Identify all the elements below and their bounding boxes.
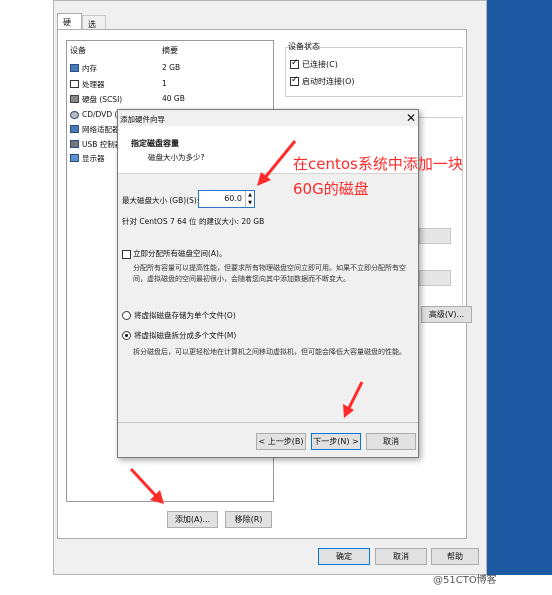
watermark: @51CTO博客 xyxy=(433,575,497,586)
close-icon[interactable]: ✕ xyxy=(406,111,416,125)
device-row-network[interactable]: 网络适配器 xyxy=(68,124,120,135)
device-row-cpu[interactable]: 处理器 1 xyxy=(68,79,268,90)
arrow-to-size-input xyxy=(257,140,297,186)
connect-on-start-checkbox[interactable] xyxy=(290,75,299,86)
help-button[interactable]: 帮助 xyxy=(431,548,479,565)
wizard-button-separator xyxy=(118,422,418,423)
device-column-header[interactable]: 设备 xyxy=(70,45,86,56)
next-button[interactable]: 下一步(N) > xyxy=(311,433,361,450)
add-button[interactable]: 添加(A)... xyxy=(167,511,218,528)
wizard-header-title: 指定磁盘容量 xyxy=(131,139,179,148)
allocate-all-description: 分配所有容量可以提高性能，但要求所有物理磁盘空间立即可用。如果不立即分配所有空间… xyxy=(133,264,406,283)
hard-disk-icon xyxy=(70,95,79,103)
back-button[interactable]: < 上一步(B) xyxy=(256,433,306,450)
tab-options[interactable]: 选项 xyxy=(82,15,106,40)
usb-controller-icon xyxy=(70,140,79,148)
connected-label: 已连接(C) xyxy=(302,60,338,69)
device-row-display[interactable]: 显示器 xyxy=(68,153,118,164)
device-status-group xyxy=(285,47,463,97)
device-row-cd-dvd[interactable]: CD/DVD (I xyxy=(68,110,120,121)
advanced-button[interactable]: 高级(V)... xyxy=(421,306,472,323)
wizard-cancel-button[interactable]: 取消 xyxy=(366,433,416,450)
device-name: 显示器 xyxy=(82,154,105,163)
ok-button[interactable]: 确定 xyxy=(318,548,370,565)
device-name: 硬盘 (SCSI) xyxy=(82,95,123,104)
multi-file-label: 将虚拟磁盘拆分成多个文件(M) xyxy=(134,331,237,340)
multi-file-description: 拆分磁盘后，可以更轻松地在计算机之间移动虚拟机，但可能会降低大容量磁盘的性能。 xyxy=(133,348,406,356)
arrow-to-add-button xyxy=(129,467,164,504)
allocate-all-checkbox[interactable] xyxy=(122,250,131,259)
spin-down-icon[interactable]: ▼ xyxy=(246,199,254,207)
display-icon xyxy=(70,154,79,162)
network-adapter-icon xyxy=(70,125,79,133)
device-name: CD/DVD (I xyxy=(82,110,120,119)
hidden-combo-2[interactable] xyxy=(419,270,451,286)
cancel-button[interactable]: 取消 xyxy=(375,548,427,565)
single-file-radio[interactable] xyxy=(122,311,131,320)
wizard-header-subtitle: 磁盘大小为多少? xyxy=(148,153,205,162)
device-row-usb[interactable]: USB 控制器 xyxy=(68,139,122,150)
device-status-title: 设备状态 xyxy=(288,42,320,51)
single-file-label: 将虚拟磁盘存储为单个文件(O) xyxy=(134,311,236,320)
device-summary: 2 GB xyxy=(162,63,181,72)
arrow-to-next-button xyxy=(343,381,364,418)
summary-column-header[interactable]: 摘要 xyxy=(162,45,178,56)
device-name: 网络适配器 xyxy=(82,125,120,134)
tab-hardware[interactable]: 硬件 xyxy=(57,13,82,38)
device-summary: 40 GB xyxy=(162,94,185,103)
hidden-combo-1[interactable] xyxy=(419,228,451,244)
wizard-title: 添加硬件向导 xyxy=(120,115,165,124)
cpu-icon xyxy=(70,80,79,88)
device-name: 处理器 xyxy=(82,80,105,89)
disk-size-spinner[interactable]: ▲ ▼ xyxy=(245,191,254,207)
device-row-hard-disk[interactable]: 硬盘 (SCSI) 40 GB xyxy=(68,94,268,105)
annotation-text: 在centos系统中添加一块60G的磁盘 xyxy=(293,155,463,198)
connected-checkbox[interactable] xyxy=(290,58,299,69)
connect-on-start-label: 启动时连接(O) xyxy=(302,77,355,86)
device-summary: 1 xyxy=(162,79,167,88)
spin-up-icon[interactable]: ▲ xyxy=(246,191,254,199)
recommended-size-text: 针对 CentOS 7 64 位 的建议大小: 20 GB xyxy=(122,217,265,226)
allocate-all-label: 立即分配所有磁盘空间(A)。 xyxy=(133,249,227,258)
multi-file-radio[interactable] xyxy=(122,331,131,340)
remove-button[interactable]: 移除(R) xyxy=(225,511,272,528)
device-name: 内存 xyxy=(82,64,97,73)
device-row-memory[interactable]: 内存 2 GB xyxy=(68,63,268,74)
memory-icon xyxy=(70,64,79,72)
max-disk-size-label: 最大磁盘大小 (GB)(S): xyxy=(122,196,200,205)
left-margin xyxy=(0,0,53,595)
cd-dvd-icon xyxy=(70,111,79,119)
